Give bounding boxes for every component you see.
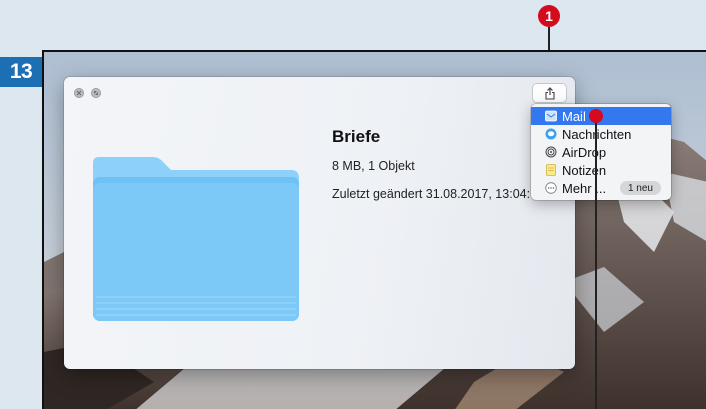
menu-item-label: Mehr ... (562, 180, 607, 196)
airdrop-icon (545, 146, 557, 158)
folder-icon (93, 157, 299, 321)
close-button[interactable] (74, 88, 84, 98)
menu-item-mehr[interactable]: Mehr ... 1 neu (531, 179, 671, 197)
menu-item-label: AirDrop (562, 144, 607, 160)
callout-marker: 1 (538, 5, 560, 27)
fullscreen-icon (94, 91, 98, 95)
callout-dot (589, 109, 603, 123)
callout-line (595, 116, 597, 409)
menu-item-label: Mail (562, 108, 586, 124)
menu-item-airdrop[interactable]: AirDrop (531, 143, 671, 161)
menu-item-nachrichten[interactable]: Nachrichten (531, 125, 671, 143)
share-button[interactable] (533, 84, 566, 102)
messages-icon (545, 128, 557, 140)
menu-item-notizen[interactable]: Notizen (531, 161, 671, 179)
close-icon (76, 90, 82, 96)
fullscreen-button[interactable] (91, 88, 101, 98)
more-icon (545, 182, 557, 194)
step-number-badge: 13 (0, 57, 42, 87)
file-title: Briefe (332, 127, 381, 146)
new-count-badge: 1 neu (619, 181, 661, 195)
file-modified-info: Zuletzt geändert 31.08.2017, 13:04: (332, 187, 531, 201)
notes-icon (545, 164, 557, 176)
share-icon (544, 86, 555, 100)
menu-item-label: Notizen (562, 162, 607, 178)
file-size-info: 8 MB, 1 Objekt (332, 159, 415, 173)
mail-icon (545, 110, 557, 122)
